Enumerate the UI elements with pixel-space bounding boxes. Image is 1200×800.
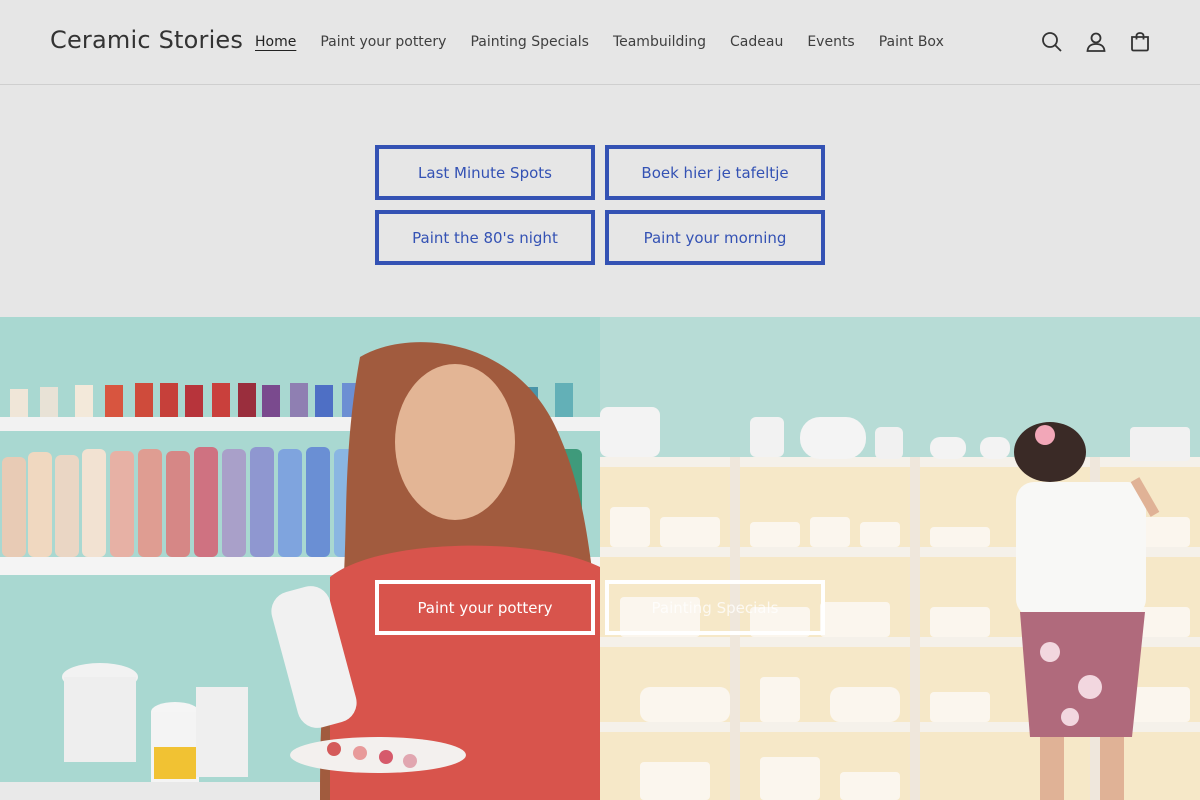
nav-item-cadeau[interactable]: Cadeau — [718, 30, 795, 54]
painting-specials-button[interactable]: Painting Specials — [605, 580, 825, 635]
banner-button-grid: Paint your pottery Painting Specials — [375, 580, 825, 635]
nav-item-events[interactable]: Events — [795, 30, 866, 54]
pottery-shelves-image — [600, 317, 1200, 800]
cta-button-grid: Last Minute Spots Boek hier je tafeltje … — [375, 145, 825, 265]
paint-your-morning-button[interactable]: Paint your morning — [605, 210, 825, 265]
nav-item-painting-specials[interactable]: Painting Specials — [458, 30, 600, 54]
book-table-button[interactable]: Boek hier je tafeltje — [605, 145, 825, 200]
paint-bottles-image — [0, 317, 600, 800]
site-header: Ceramic Stories Home Paint your pottery … — [0, 0, 1200, 85]
cart-icon — [1131, 32, 1149, 52]
header-icons — [1030, 27, 1162, 57]
hero-banner — [0, 317, 1200, 800]
nav-item-teambuilding[interactable]: Teambuilding — [601, 30, 718, 54]
search-icon — [1042, 32, 1062, 52]
nav-item-paint-your-pottery[interactable]: Paint your pottery — [308, 30, 458, 54]
paint-your-pottery-button[interactable]: Paint your pottery — [375, 580, 595, 635]
nav-item-home[interactable]: Home — [243, 30, 308, 54]
paint-80s-night-button[interactable]: Paint the 80's night — [375, 210, 595, 265]
account-icon — [1086, 32, 1106, 52]
account-button[interactable] — [1074, 27, 1118, 57]
cart-button[interactable] — [1118, 27, 1162, 57]
nav-item-paint-box[interactable]: Paint Box — [867, 30, 956, 54]
site-logo[interactable]: Ceramic Stories — [50, 26, 243, 54]
last-minute-spots-button[interactable]: Last Minute Spots — [375, 145, 595, 200]
search-button[interactable] — [1030, 27, 1074, 57]
main-nav: Home Paint your pottery Painting Special… — [243, 30, 956, 54]
